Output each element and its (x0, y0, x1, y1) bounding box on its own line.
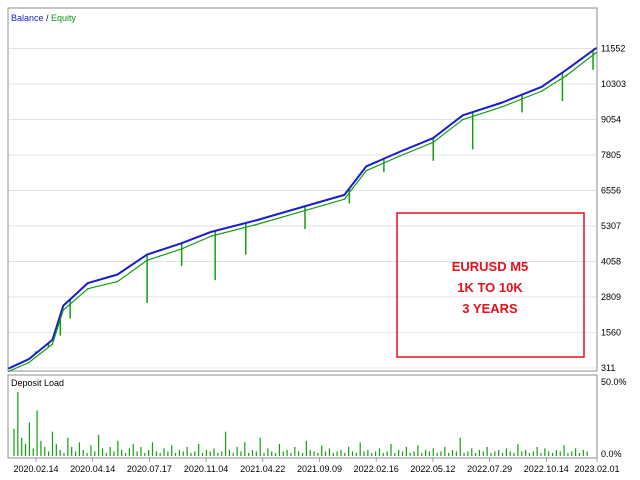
x-tick-label: 2022.10.14 (524, 464, 569, 474)
y-tick-label: 2809 (601, 292, 621, 302)
balance-point (146, 253, 148, 256)
annotation-line-3: 3 YEARS (462, 301, 518, 316)
x-axis: 2020.02.14 2020.04.14 2020.07.17 2020.11.04… (13, 458, 620, 474)
balance-point (595, 47, 597, 49)
x-tick-label: 2022.05.12 (410, 464, 455, 474)
legend: Balance / Equity (11, 13, 77, 23)
x-tick-label: 2020.11.04 (184, 464, 228, 474)
equity-point (343, 198, 346, 200)
equity-point (180, 248, 183, 250)
x-tick-label: 2023.02.01 (574, 464, 619, 474)
balance-point (116, 273, 119, 276)
balance-point (62, 304, 65, 307)
annotation-line-2: 1K TO 10K (457, 280, 523, 295)
y-tick-label: 4058 (601, 256, 621, 266)
x-tick-label: 2021.04.22 (240, 464, 285, 474)
legend-equity: Equity (51, 13, 77, 23)
balance-point (540, 86, 543, 88)
legend-balance: Balance (11, 13, 44, 23)
y-axis: 311 1560 2809 4058 5307 6556 7805 9054 10303 1155… (601, 43, 627, 459)
x-tick-label: 2022.02.16 (354, 464, 399, 474)
y-tick-label: 6556 (601, 185, 621, 195)
backtest-chart: Balance / Equity Deposit Load 311 1560 280… (7, 7, 627, 474)
equity-point (51, 343, 54, 345)
equity-point (432, 141, 435, 144)
y-tick-label: 9054 (601, 114, 621, 124)
equity-point (146, 259, 148, 262)
y-tick-label: 5307 (601, 221, 621, 231)
x-tick-label: 2020.02.14 (13, 464, 58, 474)
balance-point (432, 137, 435, 139)
x-tick-label: 2020.04.14 (70, 464, 115, 474)
equity-point (595, 51, 597, 54)
load-tick-label: 0.0% (601, 449, 622, 459)
equity-point (304, 209, 306, 212)
balance-point (501, 101, 504, 104)
balance-point (365, 165, 367, 168)
equity-point (8, 370, 10, 372)
equity-point (210, 235, 213, 237)
equity-point (540, 90, 543, 92)
equity-point (462, 118, 464, 121)
main-panel (7, 7, 598, 372)
y-tick-label: 10303 (601, 79, 626, 89)
equity-point (116, 280, 119, 283)
equity-point (397, 155, 400, 158)
equity-point (254, 223, 257, 226)
equity-point (501, 105, 504, 108)
balance-point (27, 358, 30, 361)
annotation-line-1: EURUSD M5 (452, 259, 529, 274)
balance-point (343, 194, 346, 196)
x-tick-label: 2020.07.17 (127, 464, 172, 474)
balance-point (462, 114, 464, 117)
x-tick-label: 2022.07.29 (467, 464, 512, 474)
equity-point (565, 74, 568, 77)
load-tick-label: 50.0% (601, 377, 627, 387)
balance-point (180, 242, 183, 245)
balance-point (565, 69, 568, 71)
y-tick-label: 1560 (601, 327, 621, 337)
legend-separator: / (44, 13, 52, 23)
y-tick-label: 11552 (601, 43, 625, 53)
y-tick-label: 311 (601, 363, 615, 373)
equity-point (62, 309, 65, 311)
balance-point (254, 219, 257, 222)
balance-point (304, 205, 306, 208)
deposit-load-panel (7, 374, 598, 459)
x-tick-label: 2021.09.09 (297, 464, 342, 474)
balance-point (87, 282, 89, 284)
equity-point (365, 169, 367, 172)
equity-point (87, 287, 89, 290)
balance-point (397, 151, 400, 154)
balance-point (210, 231, 213, 233)
balance-point (8, 367, 10, 370)
y-tick-label: 7805 (601, 150, 621, 160)
deposit-load-title: Deposit Load (11, 378, 64, 388)
equity-point (27, 361, 30, 364)
